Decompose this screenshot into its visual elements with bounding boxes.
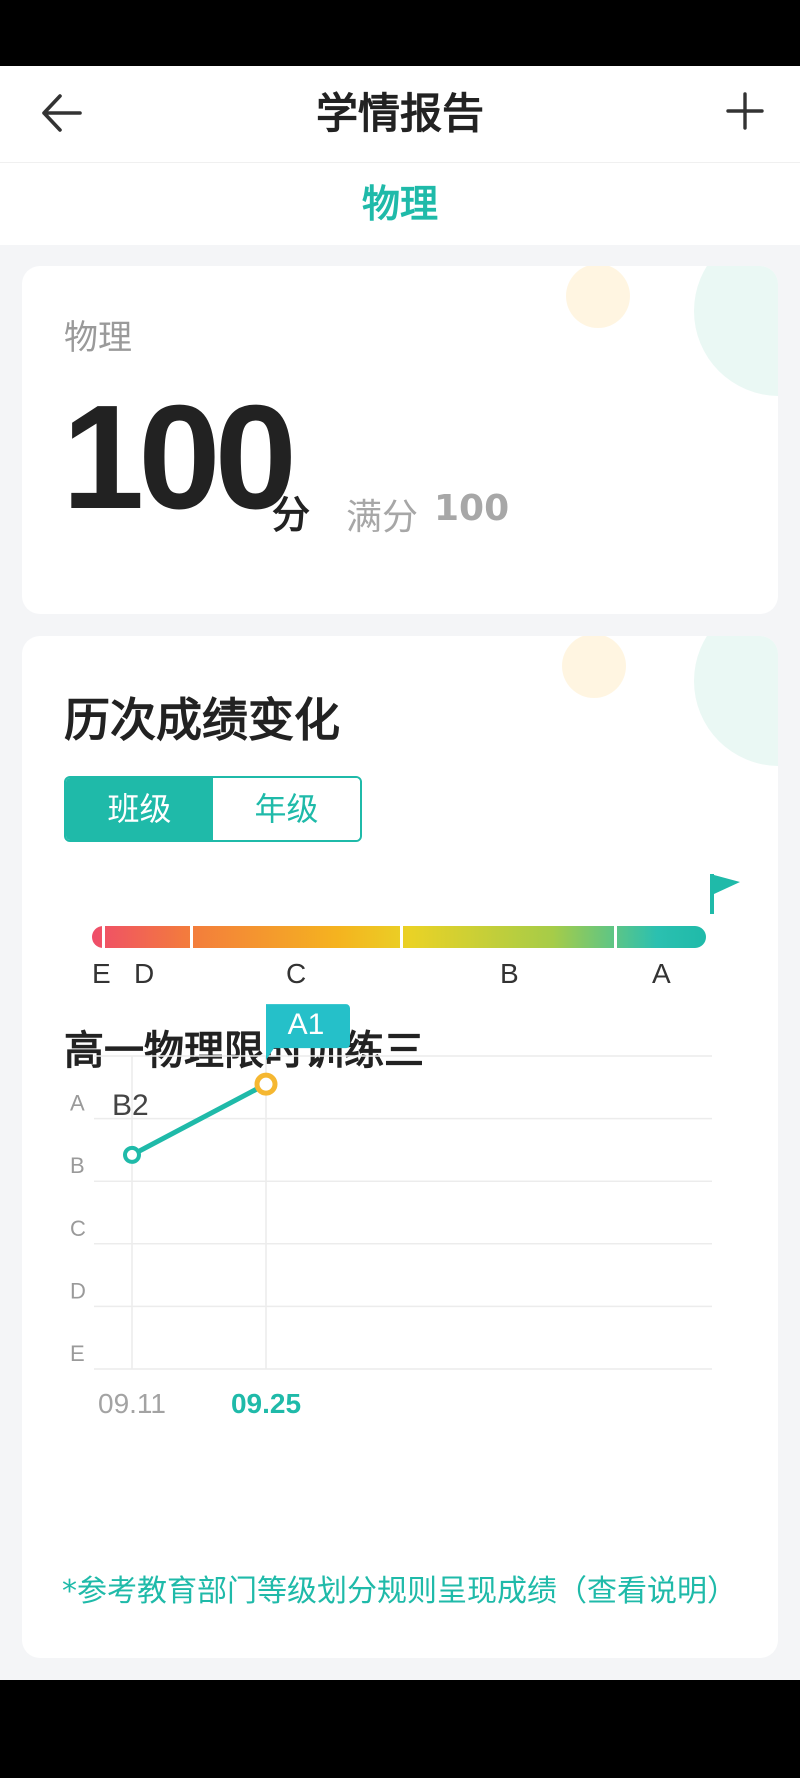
y-tick-label: C (70, 1216, 86, 1241)
arrow-left-icon[interactable] (38, 90, 84, 136)
x-tick-label: 09.25 (231, 1388, 301, 1419)
score-subject: 物理 (64, 318, 132, 358)
callout-label: A1 (288, 1008, 325, 1041)
full-score-value: 100 (434, 488, 510, 529)
decoration-circle (566, 266, 630, 328)
decoration-circle (694, 266, 778, 396)
y-tick-label: D (70, 1278, 86, 1303)
page-title: 学情报告 (315, 89, 484, 138)
y-tick-label: A (70, 1091, 85, 1116)
app-screen: 学情报告 物理 物理 100 分 满分 100 历次成绩变化 班级 年级 E D… (0, 66, 800, 1680)
score-value: 100 (62, 375, 297, 540)
subject-tab-bar: 物理 (0, 162, 800, 245)
plus-icon[interactable] (724, 90, 766, 132)
data-point (123, 1145, 141, 1164)
y-tick-label: E (70, 1341, 85, 1366)
top-bar: 学情报告 (0, 66, 800, 162)
score-card: 物理 100 分 满分 100 (22, 266, 778, 614)
data-point (254, 1072, 278, 1096)
data-label: B2 (112, 1089, 149, 1122)
x-tick-label: 09.11 (98, 1388, 166, 1419)
score-unit: 分 (272, 493, 311, 537)
y-tick-label: B (70, 1153, 85, 1178)
series-line (129, 1081, 269, 1158)
full-score-label: 满分 (346, 497, 419, 538)
history-card: 历次成绩变化 班级 年级 E D C B A 高一物理限时训练三 A B C D E 09… (22, 636, 778, 1658)
grade-trend-chart: A B C D E 09.11 09.25 B2 A1 (70, 1004, 712, 1419)
grading-note-link[interactable]: *参考教育部门等级划分规则呈现成绩（查看说明） (62, 1566, 742, 1610)
tab-physics[interactable]: 物理 (362, 182, 438, 226)
